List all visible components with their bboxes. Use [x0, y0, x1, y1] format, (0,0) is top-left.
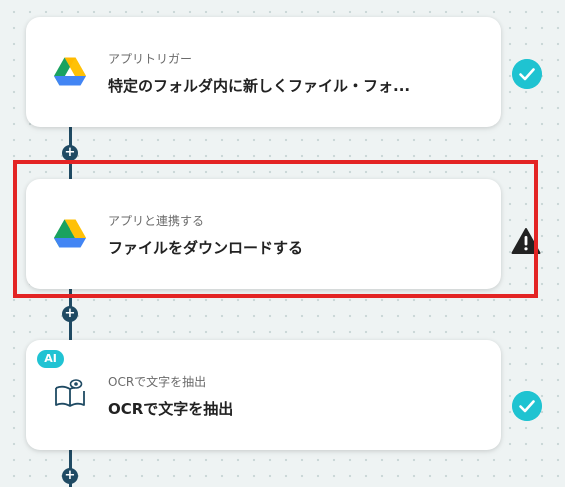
step-type-label: OCRで文字を抽出 — [108, 375, 207, 389]
check-icon — [512, 59, 542, 89]
book-eye-icon — [55, 379, 85, 407]
step-title: OCRで文字を抽出 — [108, 400, 234, 418]
google-drive-icon — [54, 57, 86, 86]
add-step-button[interactable]: + — [62, 145, 78, 161]
highlight-frame — [13, 160, 538, 298]
add-step-button[interactable]: + — [62, 306, 78, 322]
add-step-button[interactable]: + — [62, 468, 78, 484]
step-title: 特定のフォルダ内に新しくファイル・フォ... — [108, 77, 411, 95]
check-icon — [512, 391, 542, 421]
step-type-label: アプリトリガー — [108, 52, 193, 66]
ai-badge: AI — [37, 350, 64, 368]
step-card-ocr[interactable]: OCRで文字を抽出 OCRで文字を抽出 — [26, 340, 501, 450]
step-card-trigger[interactable]: アプリトリガー 特定のフォルダ内に新しくファイル・フォ... — [26, 17, 501, 127]
